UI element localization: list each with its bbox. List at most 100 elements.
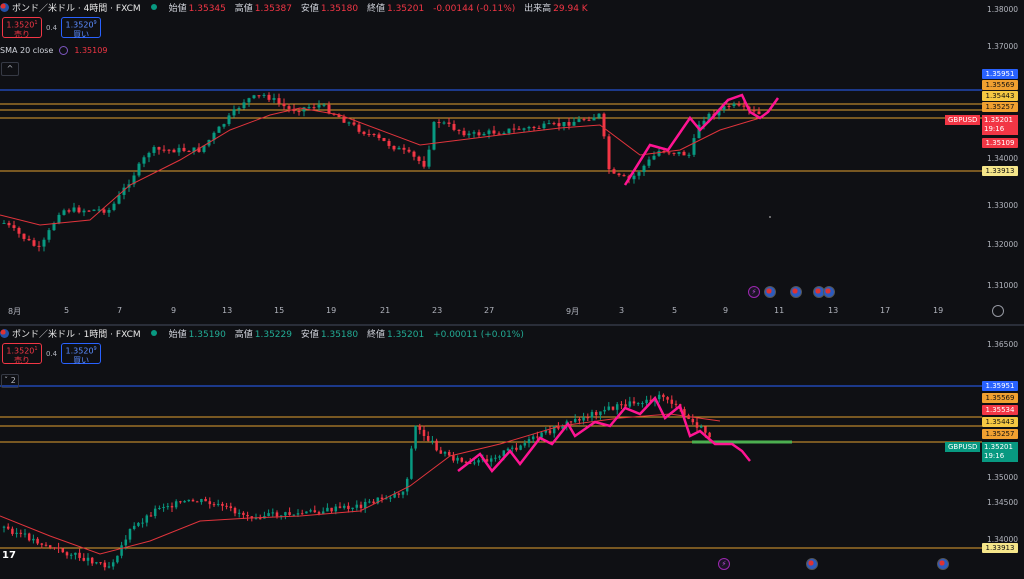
price-level-tag: 1.33913 [982,166,1018,176]
candle-body [225,505,228,507]
candle-body [662,394,665,398]
sell-button[interactable]: 1.35201 売り [2,343,42,365]
buy-button[interactable]: 1.35209 買い [61,343,102,365]
candle-body [208,501,212,505]
event-flag-icon[interactable] [790,286,802,298]
candle-body [252,95,256,99]
candle-body [22,233,26,239]
candle-body [687,154,691,156]
candle-body [179,501,182,503]
settings-icon[interactable] [992,305,1004,317]
candle-body [27,238,31,241]
candle-body [422,429,426,437]
candle-body [321,511,325,514]
collapse-legend-button[interactable]: ^ [1,62,19,76]
candle-body [695,422,699,428]
candle-body [652,155,656,160]
trade-buttons: 1.35201 売り 0.4 1.35209 買い [2,17,102,39]
event-flag-icon[interactable] [937,558,949,570]
candle-body [313,510,317,513]
candle-body [103,562,107,568]
time-axis-label: 9 [171,306,177,315]
expand-legend-button[interactable]: ˇ 2 [1,374,19,388]
event-lightning-icon[interactable]: ⚡ [748,286,760,298]
candle-body [482,133,486,136]
price-plot-1h[interactable] [0,326,1024,579]
price-level-tag: 1.35257 [982,102,1018,112]
candle-body [447,452,451,456]
candle-body [19,532,23,534]
price-axis-label: 1.38000 [986,5,1018,14]
tradingview-logo[interactable]: 17 [2,550,16,561]
chart-pane-1h[interactable]: ポンド／米ドル · 1時間 · FXCM 始値 1.35190 高値 1.35229… [0,326,1024,579]
candle-body [2,222,6,224]
candle-body [439,450,443,454]
candle-body [452,123,456,130]
candle-body [7,222,11,226]
candle-body [246,514,249,517]
candle-body [342,117,346,123]
candle-body [577,119,581,122]
candle-body [612,169,616,174]
indicator-value: 1.35109 [74,46,108,55]
current-price-tag: 1.35201 19:16 [982,115,1018,135]
time-axis-label: 5 [672,306,678,315]
price-axis-label: 1.33000 [986,201,1018,210]
event-flag-icon[interactable] [806,558,818,570]
candle-body [87,210,91,212]
candle-body [657,394,661,400]
price-plot-4h[interactable] [0,0,1024,324]
indicator-legend[interactable]: SMA 20 close 1.35109 [0,46,107,55]
low-label: 安値 [300,329,319,340]
event-flag-icon[interactable] [764,286,776,298]
symbol-title[interactable]: ポンド／米ドル · 4時間 · FXCM [12,1,141,14]
candle-body [422,160,426,167]
candle-body [347,505,350,509]
candle-body [357,124,361,132]
market-open-icon [150,330,157,336]
ohlc-values: 始値 1.35190 高値 1.35229 安値 1.35180 終値 1.35201 … [169,327,530,340]
time-axis-label: 8月 [8,307,22,316]
candle-body [607,136,611,170]
candle-body [147,152,151,158]
indicator-settings-icon[interactable] [59,46,69,55]
candle-body [142,157,146,164]
chart-pane-4h[interactable]: ポンド／米ドル · 4時間 · FXCM 始値 1.35345 高値 1.35387… [0,0,1024,324]
high-value: 1.35229 [254,329,292,340]
candle-body [61,548,65,553]
symbol-title[interactable]: ポンド／米ドル · 1時間 · FXCM [12,327,141,340]
candle-body [594,411,598,416]
buy-button[interactable]: 1.35209 買い [61,17,102,39]
price-axis-label: 1.32000 [986,240,1018,249]
candle-body [62,210,66,215]
candle-body [532,126,536,129]
event-lightning-icon[interactable]: ⚡ [718,558,730,570]
candle-body [522,128,526,130]
candle-body [573,418,577,423]
event-flag-icon[interactable] [823,286,835,298]
candle-body [229,506,233,509]
candle-body [78,552,81,558]
price-level-tag: 1.35569 [982,80,1018,90]
candle-body [657,150,661,156]
candle-body [620,404,623,406]
candle-body [592,117,596,121]
candle-body [296,513,300,515]
candle-body [636,403,640,405]
candle-body [632,401,636,404]
candle-body [412,151,416,157]
time-axis-label: 13 [828,306,839,315]
candle-body [372,501,375,504]
candle-body [72,207,76,212]
candle-body [389,497,392,499]
candle-body [547,123,551,125]
candle-body [37,245,41,247]
candle-body [97,209,101,211]
candle-body [17,227,21,234]
candle-body [472,132,476,134]
candle-body [562,122,566,127]
candle-body [326,507,329,512]
low-value: 1.35180 [320,329,359,340]
candle-body [402,147,406,150]
sell-button[interactable]: 1.35201 売り [2,17,42,39]
